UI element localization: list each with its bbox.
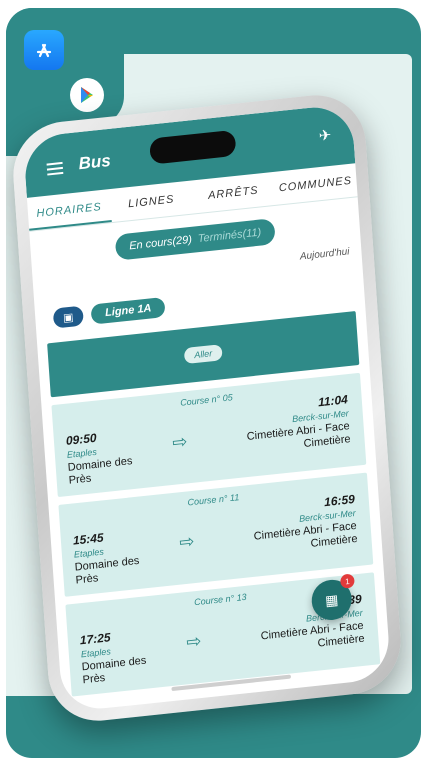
departure-stop: Domaine des Près	[74, 554, 140, 587]
departure-stop: Domaine des Près	[67, 455, 133, 487]
arrow-right-icon: ⇨	[178, 530, 196, 553]
departure-stop: Domaine des Près	[81, 654, 147, 687]
arrow-right-icon: ⇨	[171, 431, 189, 453]
google-play-icon[interactable]	[70, 78, 104, 112]
store-badges	[6, 8, 124, 126]
bus-icon: ▣	[52, 305, 84, 329]
arrow-right-icon: ⇨	[185, 630, 203, 653]
direction-pill[interactable]: Aller	[183, 344, 223, 365]
promo-card: Bus ✈ HORAIRES LIGNES ARRÊTS COMMUNES En…	[6, 8, 421, 758]
segment-en-cours[interactable]: En cours(29)	[129, 234, 193, 253]
departure-time: 17:25	[79, 630, 111, 648]
departure-city: Etaples	[73, 546, 105, 560]
hamburger-menu-icon[interactable]	[46, 161, 64, 179]
app-title: Bus	[77, 150, 112, 174]
app-store-icon[interactable]	[24, 30, 64, 70]
arrival-time: 16:59	[323, 492, 356, 510]
plane-icon[interactable]: ✈	[318, 126, 332, 145]
arrival-stop: Cimetière Abri - Face Cimetière	[246, 420, 351, 451]
departure-city: Etaples	[66, 446, 98, 460]
departure-city: Etaples	[80, 646, 112, 660]
segment-termines[interactable]: Terminés(11)	[197, 226, 261, 245]
departure-time: 15:45	[72, 530, 104, 548]
departure-time: 09:50	[65, 430, 97, 448]
line-badge[interactable]: Ligne 1A	[90, 296, 166, 325]
arrival-stop: Cimetière Abri - Face Cimetière	[253, 519, 358, 550]
phone-mockup: Bus ✈ HORAIRES LIGNES ARRÊTS COMMUNES En…	[9, 90, 405, 726]
arrival-stop: Cimetière Abri - Face Cimetière	[260, 619, 365, 650]
calendar-icon: ▦	[324, 590, 339, 609]
phone-screen: Bus ✈ HORAIRES LIGNES ARRÊTS COMMUNES En…	[22, 103, 392, 713]
arrival-time: 11:04	[317, 392, 349, 410]
segment-pill: En cours(29) Terminés(11)	[114, 218, 277, 261]
